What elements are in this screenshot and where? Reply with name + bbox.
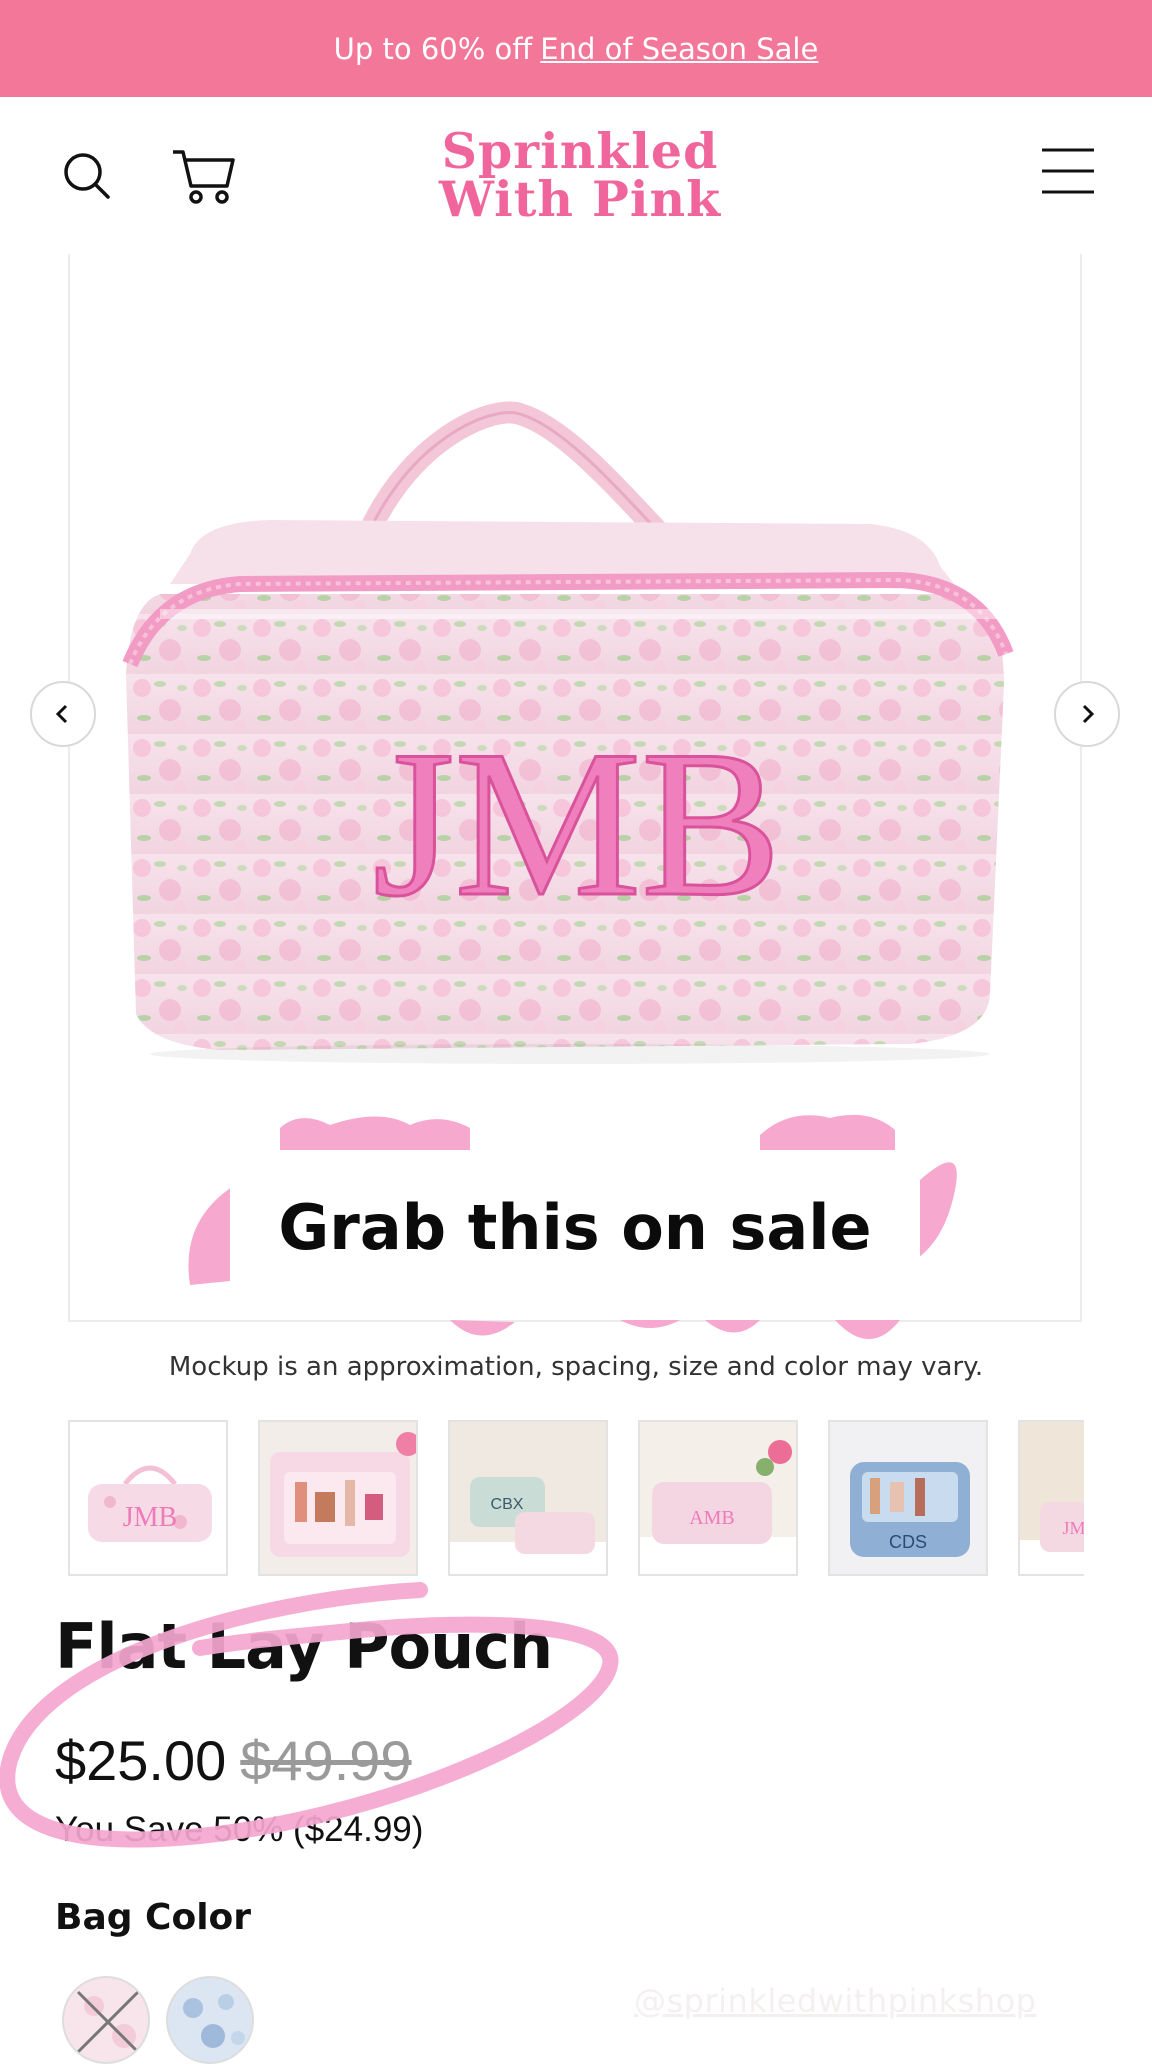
promo-banner: Up to 60% off End of Season Sale xyxy=(0,0,1152,97)
thumbnail-2[interactable] xyxy=(258,1420,418,1576)
thumbnail-monogram: CBX xyxy=(491,1496,524,1513)
logo-line-2: With Pink xyxy=(438,170,722,228)
cart-icon[interactable] xyxy=(170,145,238,207)
compare-at-price: $49.99 xyxy=(240,1729,412,1792)
thumbnail-monogram: AMB xyxy=(689,1507,735,1529)
next-image-button[interactable] xyxy=(1054,681,1120,747)
thumbnail-3[interactable]: CBX xyxy=(448,1420,608,1576)
promo-text: Up to 60% off xyxy=(333,31,533,66)
swatch-pink-floral[interactable] xyxy=(62,1976,150,2064)
price-row: $25.00 $49.99 xyxy=(55,1728,412,1793)
instagram-watermark: @sprinkledwithpinkshop xyxy=(634,1982,1037,2020)
site-header: Sprinkled With Pink xyxy=(0,97,1152,257)
unavailable-x-icon xyxy=(76,1990,140,2054)
bag-color-label: Bag Color xyxy=(55,1897,252,1938)
logo-line-1: Sprinkled xyxy=(441,122,719,180)
thumbnail-monogram: JMB xyxy=(123,1502,177,1533)
product-title: Flat Lay Pouch xyxy=(55,1610,553,1683)
thumbnail-4[interactable]: AMB xyxy=(638,1420,798,1576)
chevron-right-icon xyxy=(1082,704,1095,724)
hamburger-menu-icon[interactable] xyxy=(1038,145,1098,197)
swatch-blue-floral[interactable] xyxy=(166,1976,254,2064)
brand-logo[interactable]: Sprinkled With Pink xyxy=(420,122,740,228)
blue-floral-pattern xyxy=(183,1994,245,2048)
chevron-left-icon xyxy=(55,704,68,724)
sale-overlay-text: Grab this on sale xyxy=(230,1150,920,1305)
savings-text: You Save 50% ($24.99) xyxy=(55,1810,424,1849)
thumbnail-monogram: CDS xyxy=(889,1532,927,1552)
sale-link[interactable]: End of Season Sale xyxy=(540,32,818,66)
thumbnail-5[interactable]: CDS xyxy=(828,1420,988,1576)
search-icon[interactable] xyxy=(58,147,116,205)
thumbnail-strip: JMB CBX AMB CDS JM xyxy=(68,1420,1084,1578)
previous-image-button[interactable] xyxy=(30,681,96,747)
mockup-disclaimer: Mockup is an approximation, spacing, siz… xyxy=(168,1352,984,1382)
thumbnail-1[interactable]: JMB xyxy=(68,1420,228,1576)
thumbnail-6[interactable]: JMB xyxy=(1018,1420,1084,1576)
sale-price: $25.00 xyxy=(55,1729,227,1792)
monogram-text: JMB xyxy=(373,708,782,940)
thumbnail-monogram: JMB xyxy=(1062,1518,1084,1538)
